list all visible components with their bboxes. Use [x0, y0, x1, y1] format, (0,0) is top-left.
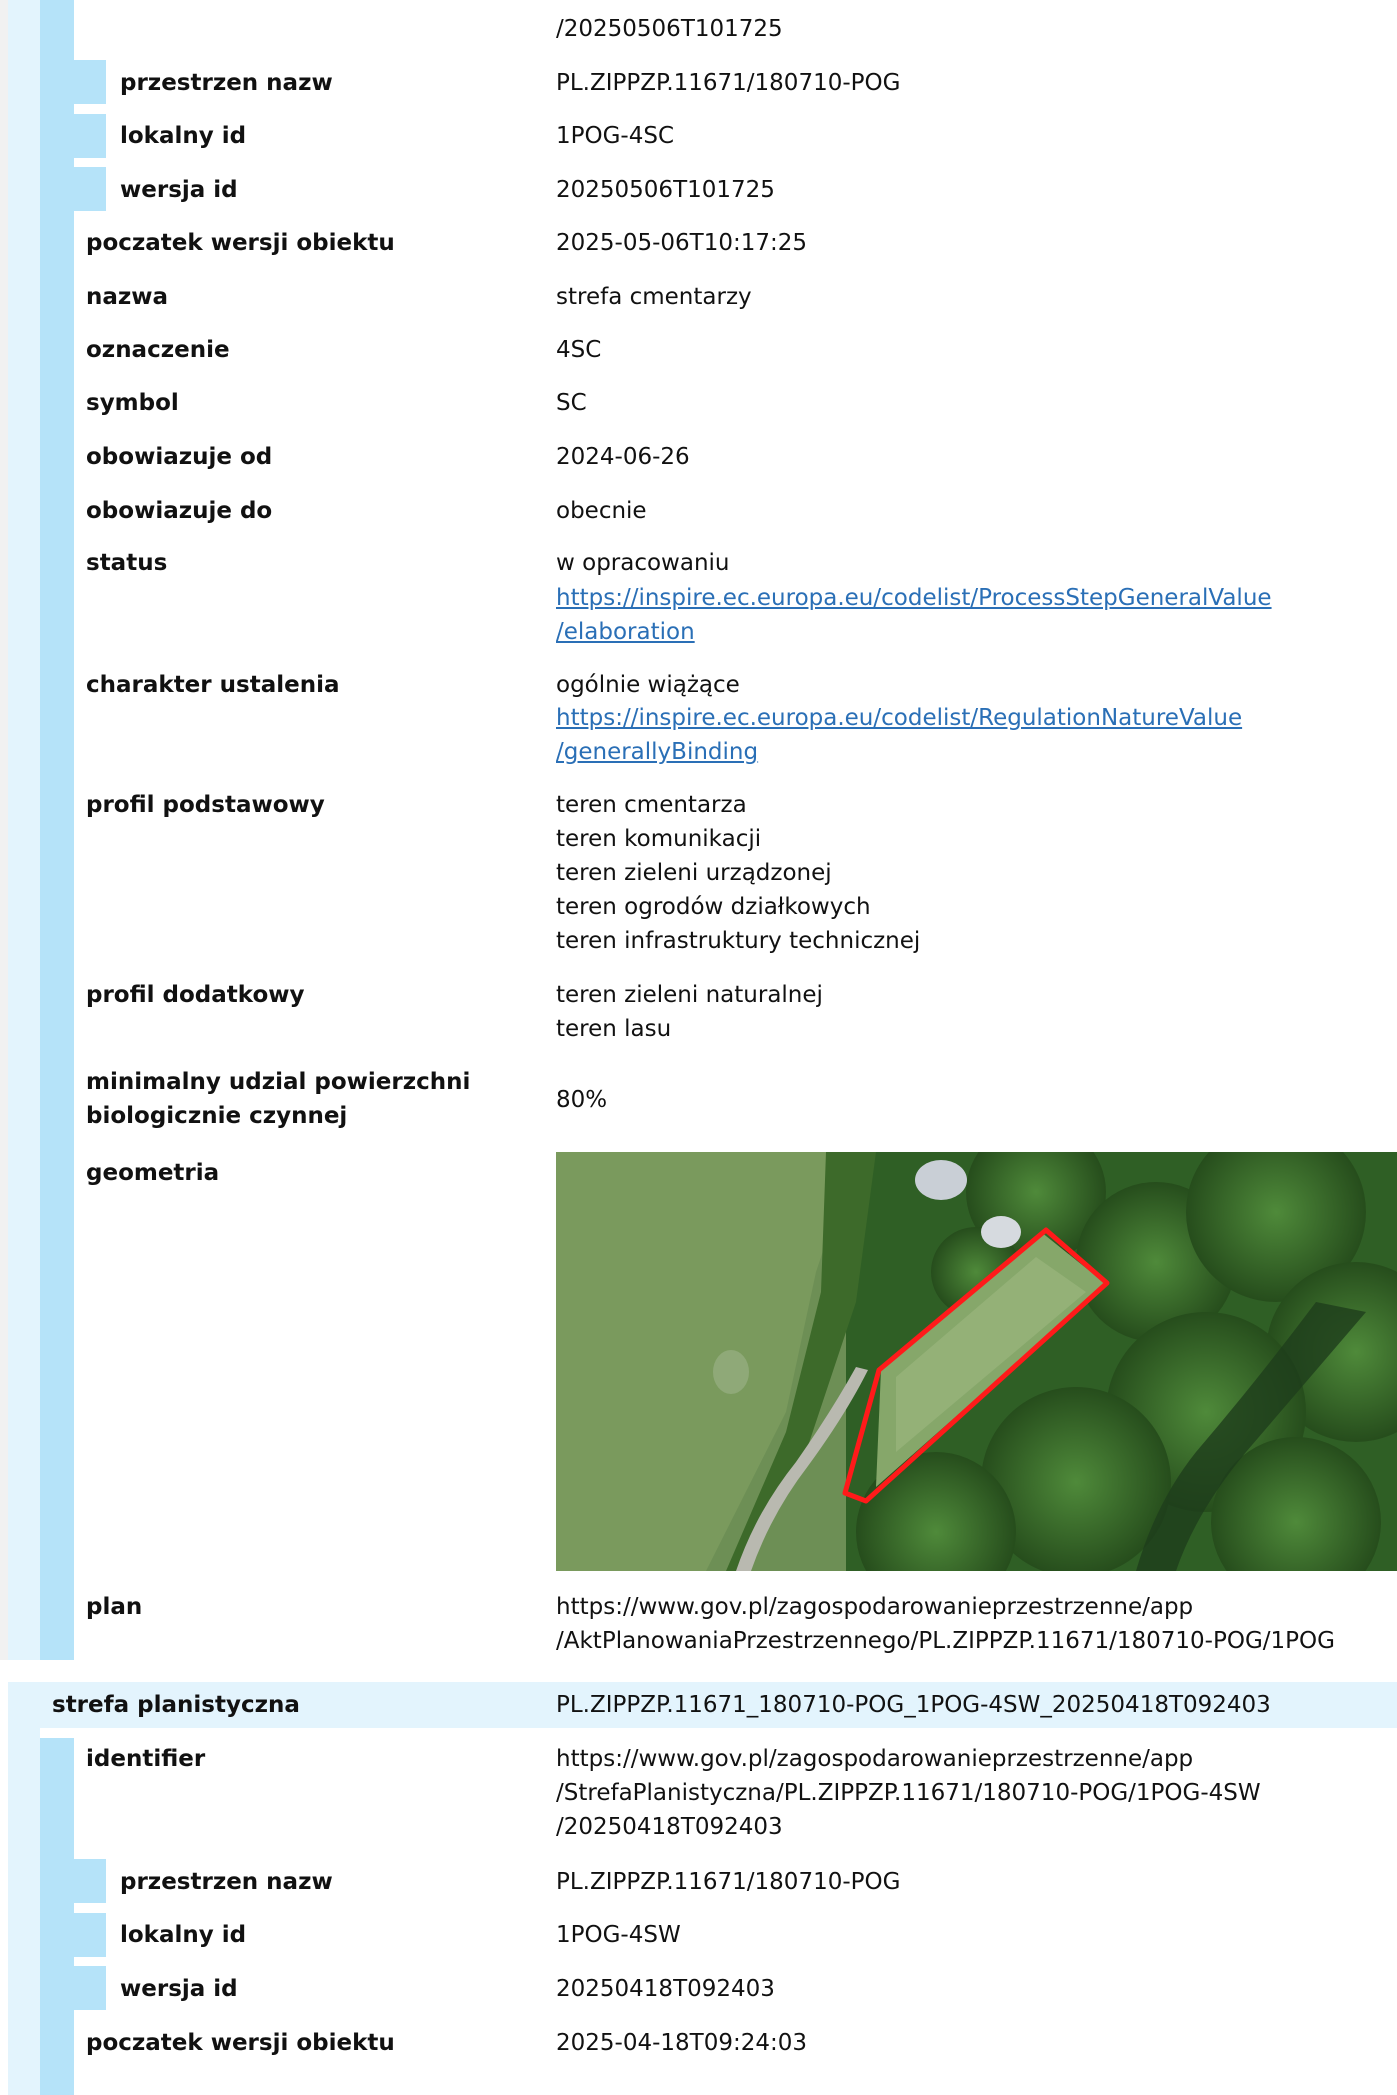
level3-marker — [74, 60, 106, 104]
status-link[interactable]: https://inspire.ec.europa.eu/codelist/Pr… — [556, 581, 1272, 615]
geometry-map[interactable] — [556, 1152, 1397, 1571]
outer-stripe — [0, 0, 8, 1660]
charakter-link-line1[interactable]: https://inspire.ec.europa.eu/codelist/Re… — [556, 705, 1242, 731]
strefa-planistyczna-label: strefa planistyczna — [52, 1692, 300, 1718]
nazwa-label: nazwa — [86, 284, 169, 310]
profil-podstawowy-item: teren cmentarza — [556, 792, 747, 818]
level1-stripe — [8, 1728, 40, 2095]
wersja-id-value: 20250506T101725 — [556, 177, 775, 203]
charakter-link-line2[interactable]: /generallyBinding — [556, 739, 758, 765]
profil-podstawowy-item: teren ogrodów działkowych — [556, 894, 871, 920]
level3-marker — [74, 114, 106, 158]
charakter-value: ogólnie wiążące — [556, 672, 740, 698]
profil-podstawowy-item: teren zieleni urządzonej — [556, 860, 832, 886]
obowiazuje-do-label: obowiazuje do — [86, 498, 273, 524]
level3-marker — [74, 1966, 106, 2010]
profil-podstawowy-label: profil podstawowy — [86, 792, 325, 818]
obowiazuje-od-value: 2024-06-26 — [556, 444, 690, 470]
status-link-line2[interactable]: /elaboration — [556, 619, 695, 645]
identifier-tail: /20250506T101725 — [556, 16, 783, 42]
symbol-value: SC — [556, 390, 587, 416]
level1-stripe — [8, 0, 40, 1660]
wersja-id-label: wersja id — [120, 1976, 238, 2002]
przestrzen-nazw-value: PL.ZIPPZP.11671/180710-POG — [556, 70, 901, 96]
symbol-label: symbol — [86, 390, 179, 416]
identifier-value-line2: /StrefaPlanistyczna/PL.ZIPPZP.11671/1807… — [556, 1780, 1261, 1806]
status-link-line1[interactable]: https://inspire.ec.europa.eu/codelist/Pr… — [556, 585, 1272, 611]
profil-podstawowy-item: teren komunikacji — [556, 826, 762, 852]
przestrzen-nazw-label: przestrzen nazw — [120, 1869, 333, 1895]
level3-marker — [74, 1913, 106, 1957]
profil-dodatkowy-item: teren zieleni naturalnej — [556, 982, 823, 1008]
wersja-id-label: wersja id — [120, 177, 238, 203]
wersja-id-value: 20250418T092403 — [556, 1976, 775, 2002]
min-udzial-value: 80% — [556, 1087, 608, 1113]
plan-label: plan — [86, 1594, 143, 1620]
charakter-link[interactable]: https://inspire.ec.europa.eu/codelist/Re… — [556, 701, 1242, 735]
lokalny-id-label: lokalny id — [120, 123, 247, 149]
lokalny-id-value: 1POG-4SW — [556, 1922, 681, 1948]
geometria-label: geometria — [86, 1160, 220, 1186]
plan-value-line1: https://www.gov.pl/zagospodarowanieprzes… — [556, 1594, 1194, 1620]
identifier-value-line1: https://www.gov.pl/zagospodarowanieprzes… — [556, 1746, 1194, 1772]
poczatek-label: poczatek wersji obiektu — [86, 230, 395, 256]
status-value: w opracowaniu — [556, 550, 730, 576]
obowiazuje-od-label: obowiazuje od — [86, 444, 273, 470]
oznaczenie-value: 4SC — [556, 337, 602, 363]
level3-marker — [74, 1859, 106, 1903]
profil-dodatkowy-label: profil dodatkowy — [86, 982, 305, 1008]
profil-podstawowy-item: teren infrastruktury technicznej — [556, 928, 921, 954]
min-udzial-label-line2: biologicznie czynnej — [86, 1103, 348, 1129]
level3-marker — [74, 167, 106, 211]
charakter-label: charakter ustalenia — [86, 672, 340, 698]
poczatek-value: 2025-05-06T10:17:25 — [556, 230, 808, 256]
lokalny-id-value: 1POG-4SC — [556, 123, 675, 149]
charakter-link-cont[interactable]: /generallyBinding — [556, 735, 758, 769]
min-udzial-label-line1: minimalny udzial powierzchni — [86, 1069, 471, 1095]
oznaczenie-label: oznaczenie — [86, 337, 230, 363]
level2-stripe — [40, 0, 74, 1660]
plan-value-line2: /AktPlanowaniaPrzestrzennego/PL.ZIPPZP.1… — [556, 1628, 1335, 1654]
strefa-planistyczna-value: PL.ZIPPZP.11671_180710-POG_1POG-4SW_2025… — [556, 1692, 1271, 1718]
identifier-value-line3: /20250418T092403 — [556, 1814, 783, 1840]
nazwa-value: strefa cmentarzy — [556, 284, 752, 310]
przestrzen-nazw-value: PL.ZIPPZP.11671/180710-POG — [556, 1869, 901, 1895]
przestrzen-nazw-label: przestrzen nazw — [120, 70, 333, 96]
obowiazuje-do-value: obecnie — [556, 498, 647, 524]
level2-stripe — [40, 1738, 74, 2095]
poczatek-label: poczatek wersji obiektu — [86, 2030, 395, 2056]
profil-dodatkowy-item: teren lasu — [556, 1016, 672, 1042]
status-link-cont[interactable]: /elaboration — [556, 615, 695, 649]
status-label: status — [86, 550, 168, 576]
lokalny-id-label: lokalny id — [120, 1922, 247, 1948]
aerial-image — [556, 1152, 1397, 1571]
identifier-label: identifier — [86, 1746, 206, 1772]
poczatek-value: 2025-04-18T09:24:03 — [556, 2030, 808, 2056]
